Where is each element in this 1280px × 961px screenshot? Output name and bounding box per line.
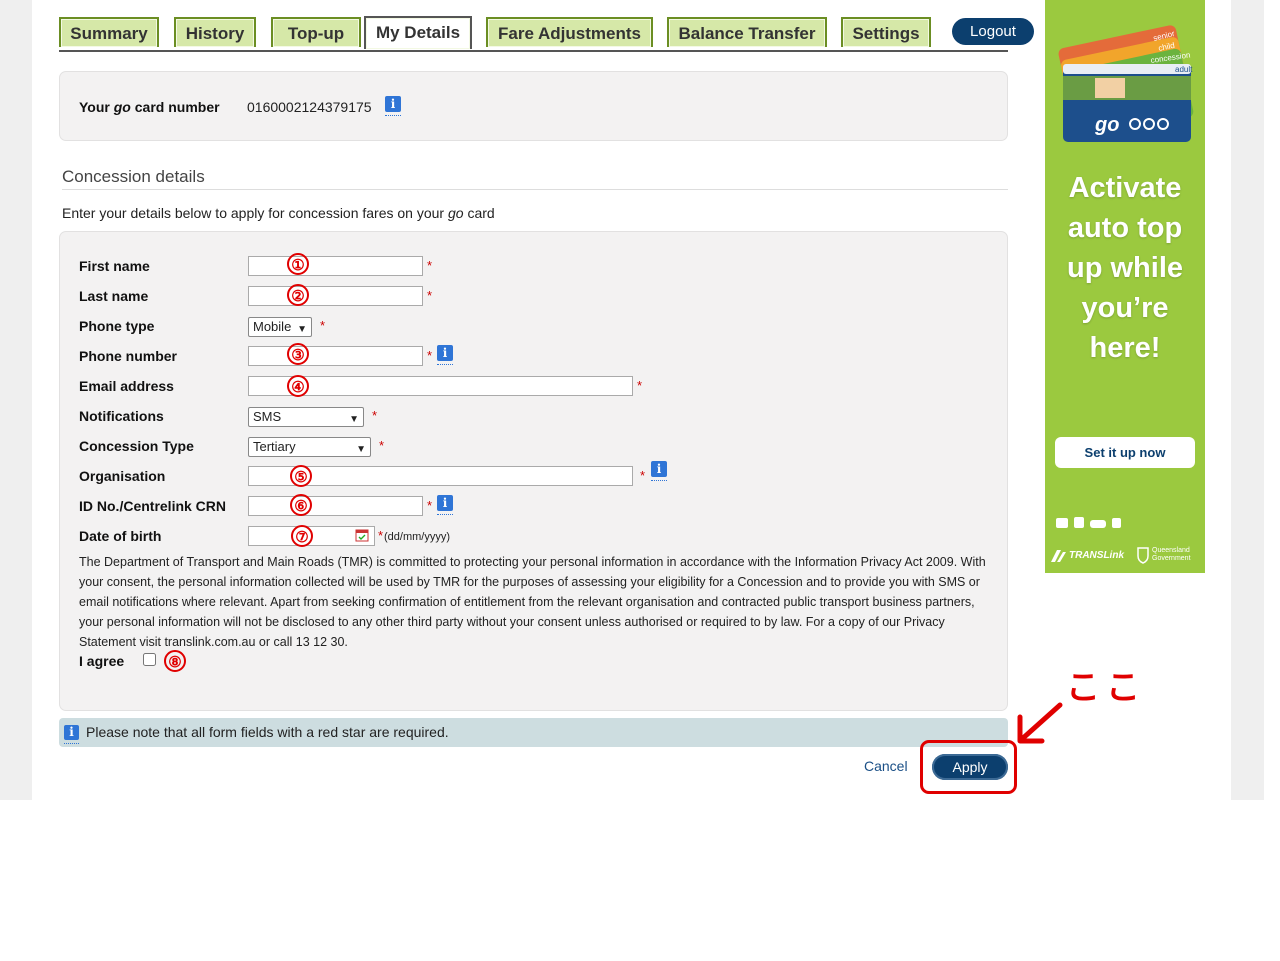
agree-checkbox[interactable] (143, 653, 156, 666)
phone-type-value: Mobile (253, 319, 292, 334)
notifications-label: Notifications (79, 408, 164, 424)
annotation-marker-3: ③ (287, 343, 309, 365)
required-star: * (320, 318, 326, 333)
id-number-label: ID No./Centrelink CRN (79, 498, 227, 514)
translink-logo: TRANSLink (1049, 545, 1141, 567)
required-star: * (427, 498, 433, 513)
queensland-government-logo: Queensland Government (1135, 545, 1205, 567)
annotation-marker-5: ⑤ (290, 465, 312, 487)
tab-fare-adjustments[interactable]: Fare Adjustments (486, 17, 653, 47)
required-star: * (427, 258, 433, 273)
phone-type-select[interactable]: Mobile ▼ (248, 317, 312, 337)
tab-history[interactable]: History (174, 17, 256, 47)
privacy-statement: The Department of Transport and Main Roa… (79, 555, 986, 649)
card-go-logo: go (1094, 114, 1119, 136)
queensland-crest-icon (1137, 547, 1149, 564)
required-star: * (640, 468, 646, 483)
info-icon: i (64, 725, 79, 744)
tab-summary[interactable]: Summary (59, 17, 159, 47)
apply-highlight-box (920, 740, 1017, 794)
id-number-input[interactable] (248, 496, 423, 516)
first-name-input[interactable] (248, 256, 423, 276)
concession-type-select[interactable]: Tertiary ▼ (248, 437, 371, 457)
queensland-government-text: Queensland Government (1152, 547, 1191, 562)
card-number-panel: Your go card number 0160002124379175 i (59, 71, 1008, 141)
calendar-icon[interactable] (355, 528, 369, 542)
tab-my-details[interactable]: My Details (364, 16, 472, 49)
email-label: Email address (79, 378, 174, 394)
annotation-marker-6: ⑥ (290, 494, 312, 516)
annotation-marker-7: ⑦ (291, 525, 313, 547)
ad-headline: Activate auto top up while you’re here! (1067, 172, 1183, 364)
auto-top-up-ad[interactable]: senior child concession adult go Activat… (1045, 0, 1205, 573)
notifications-select[interactable]: SMS ▼ (248, 407, 364, 427)
annotation-marker-4: ④ (287, 375, 309, 397)
annotation-callout-text: ここ (1066, 669, 1146, 707)
tab-balance-transfer[interactable]: Balance Transfer (667, 17, 827, 47)
card-label-adult: adult (1175, 65, 1193, 74)
phone-number-label: Phone number (79, 348, 178, 364)
required-star: * (427, 288, 433, 303)
info-icon[interactable]: i (437, 495, 453, 515)
card-number-label: Your go card number (79, 99, 220, 115)
notifications-value: SMS (253, 409, 282, 424)
translink-logo-text: TRANSLink (1069, 550, 1124, 561)
agree-label: I agree (79, 653, 125, 669)
divider (62, 189, 1008, 190)
chevron-down-icon: ▼ (349, 414, 359, 425)
annotation-marker-1: ① (287, 253, 309, 275)
annotation-arrow-icon (1017, 702, 1063, 744)
chevron-down-icon: ▼ (356, 444, 366, 455)
required-star: * (637, 378, 643, 393)
organisation-label: Organisation (79, 468, 166, 484)
annotation-marker-8: ⑧ (164, 650, 186, 672)
annotation-marker-2: ② (287, 284, 309, 306)
concession-type-label: Concession Type (79, 438, 194, 454)
tab-top-up[interactable]: Top-up (271, 17, 361, 47)
date-format-hint: (dd/mm/yyyy) (384, 531, 450, 543)
info-icon[interactable]: i (437, 345, 453, 365)
chevron-down-icon: ▼ (297, 324, 307, 335)
last-name-input[interactable] (248, 286, 423, 306)
required-fields-note: i Please note that all form fields with … (59, 718, 1008, 747)
cancel-link[interactable]: Cancel (864, 758, 908, 774)
go-card-stack-image: senior child concession adult go (1058, 25, 1194, 142)
concession-type-value: Tertiary (253, 439, 296, 454)
last-name-label: Last name (79, 288, 149, 304)
tab-bar: Summary History Top-up My Details Fare A… (59, 0, 1034, 52)
tab-settings[interactable]: Settings (841, 17, 931, 47)
info-icon[interactable]: i (651, 461, 667, 481)
required-star: * (379, 438, 385, 453)
set-it-up-button[interactable]: Set it up now (1055, 437, 1195, 468)
required-star: * (378, 528, 384, 543)
first-name-label: First name (79, 258, 150, 274)
intro-text: Enter your details below to apply for co… (62, 205, 495, 221)
translink-logo-icon (1051, 550, 1066, 562)
logout-button[interactable]: Logout (952, 18, 1034, 45)
info-icon[interactable]: i (385, 96, 401, 116)
section-title: Concession details (62, 167, 205, 186)
transport-mode-icons (1056, 517, 1121, 528)
card-number-value: 0160002124379175 (247, 99, 372, 115)
required-star: * (372, 408, 378, 423)
note-text: Please note that all form fields with a … (86, 724, 449, 740)
date-of-birth-label: Date of birth (79, 528, 162, 544)
phone-type-label: Phone type (79, 318, 155, 334)
phone-number-input[interactable] (248, 346, 423, 366)
required-star: * (427, 348, 433, 363)
